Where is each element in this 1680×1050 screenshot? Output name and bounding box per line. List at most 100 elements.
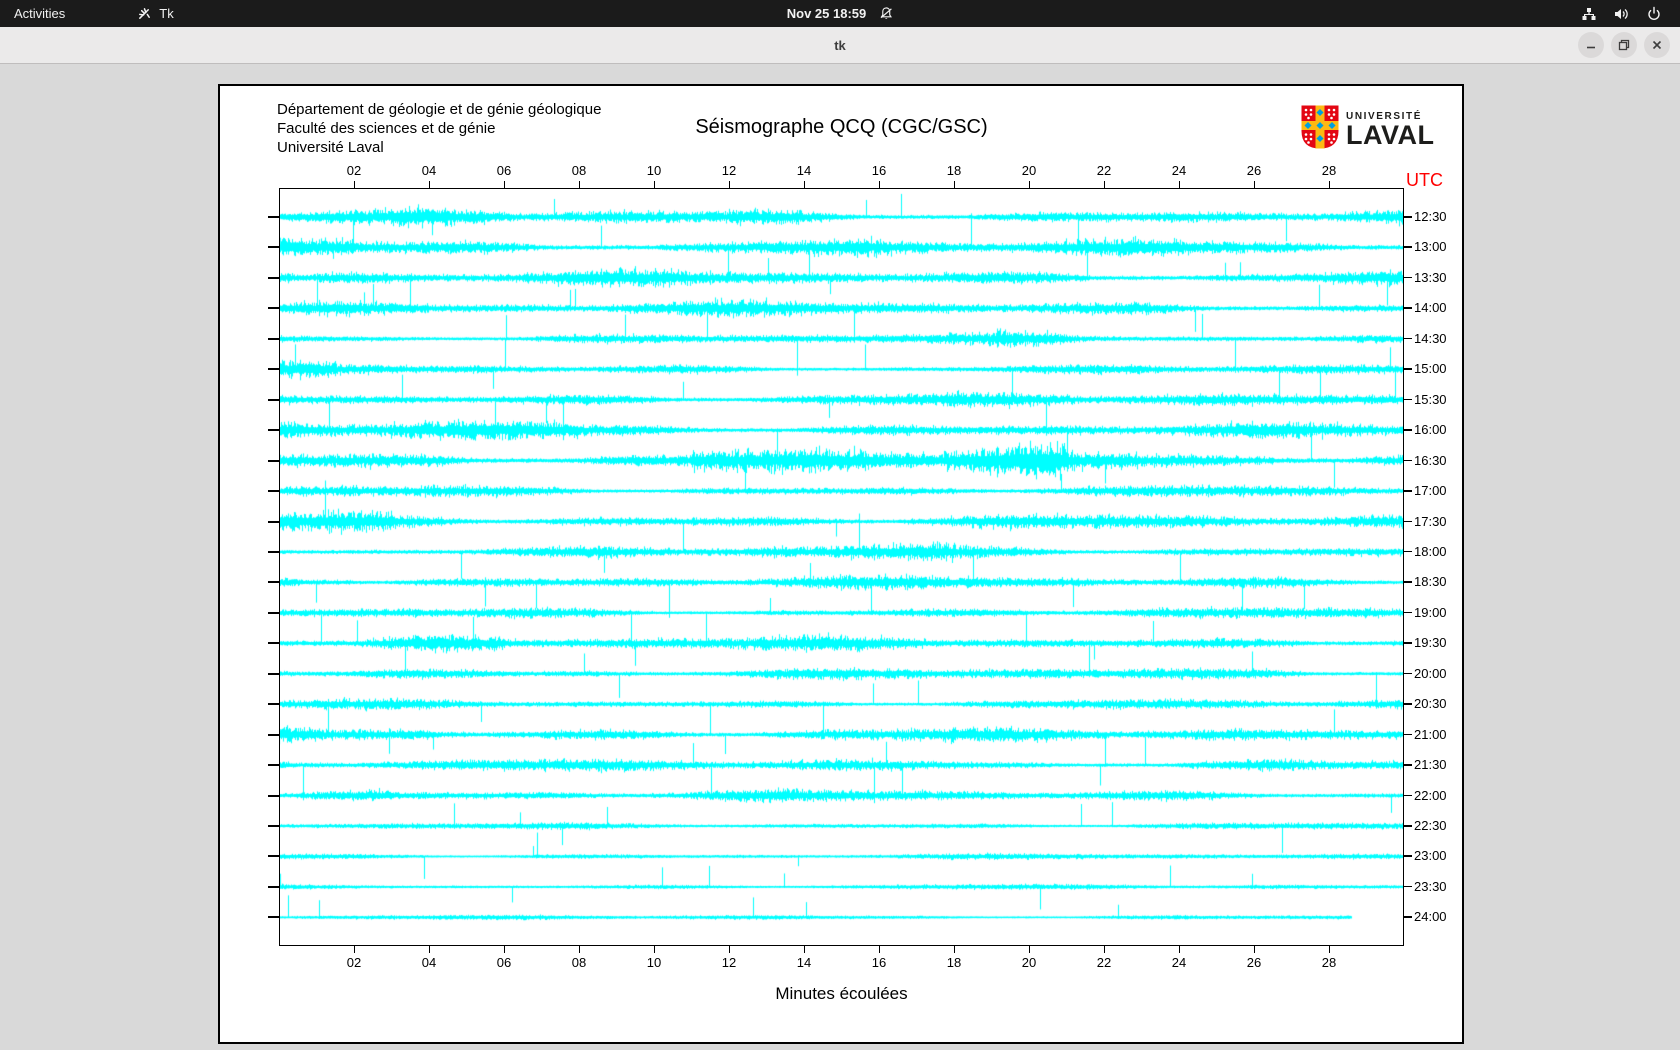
logo-laval-text: LAVAL bbox=[1346, 122, 1434, 148]
row-tick-left bbox=[268, 642, 279, 644]
utc-time-label: 13:30 bbox=[1414, 271, 1447, 285]
row-tick-left bbox=[268, 551, 279, 553]
x-tick-label: 06 bbox=[484, 955, 524, 970]
utc-time-label: 15:00 bbox=[1414, 362, 1447, 376]
header-line-3: Université Laval bbox=[277, 138, 601, 157]
x-tick-label: 14 bbox=[784, 955, 824, 970]
x-tick-label: 12 bbox=[709, 955, 749, 970]
x-tick-label: 28 bbox=[1309, 163, 1349, 178]
focused-app-name: Tk bbox=[159, 6, 173, 21]
x-tick bbox=[504, 946, 505, 953]
x-tick-label: 28 bbox=[1309, 955, 1349, 970]
x-tick bbox=[354, 181, 355, 188]
row-tick-right bbox=[1404, 703, 1412, 705]
laval-shield-icon bbox=[1300, 104, 1340, 155]
row-tick-left bbox=[268, 490, 279, 492]
row-tick-left bbox=[268, 581, 279, 583]
utc-axis-title: UTC bbox=[1406, 170, 1443, 191]
utc-time-label: 14:30 bbox=[1414, 332, 1447, 346]
row-tick-right bbox=[1404, 764, 1412, 766]
x-tick bbox=[804, 946, 805, 953]
x-tick-label: 26 bbox=[1234, 163, 1274, 178]
row-tick-left bbox=[268, 368, 279, 370]
utc-time-label: 16:30 bbox=[1414, 454, 1447, 468]
x-tick-label: 22 bbox=[1084, 955, 1124, 970]
row-tick-right bbox=[1404, 916, 1412, 918]
row-tick-right bbox=[1404, 399, 1412, 401]
close-button[interactable] bbox=[1644, 32, 1670, 58]
x-tick bbox=[654, 181, 655, 188]
row-tick-right bbox=[1404, 460, 1412, 462]
x-tick-label: 22 bbox=[1084, 163, 1124, 178]
x-tick bbox=[429, 946, 430, 953]
plot-title: Séismographe QCQ (CGC/GSC) bbox=[279, 116, 1404, 139]
row-tick-right bbox=[1404, 855, 1412, 857]
row-tick-right bbox=[1404, 581, 1412, 583]
clock-menu[interactable]: Nov 25 18:59 bbox=[787, 0, 894, 27]
row-tick-left bbox=[268, 795, 279, 797]
minimize-button[interactable] bbox=[1578, 32, 1604, 58]
x-tick bbox=[1254, 946, 1255, 953]
window-title-bar[interactable]: tk bbox=[0, 27, 1680, 64]
x-tick-label: 08 bbox=[559, 955, 599, 970]
row-tick-left bbox=[268, 521, 279, 523]
x-tick bbox=[579, 181, 580, 188]
seismograph-canvas: Département de géologie et de génie géol… bbox=[218, 84, 1464, 1044]
tk-app-icon bbox=[137, 6, 152, 21]
utc-time-label: 18:30 bbox=[1414, 575, 1447, 589]
window-title: tk bbox=[0, 27, 1680, 63]
row-tick-left bbox=[268, 673, 279, 675]
plot-border bbox=[279, 188, 1404, 946]
utc-time-label: 21:30 bbox=[1414, 758, 1447, 772]
utc-time-label: 19:00 bbox=[1414, 606, 1447, 620]
x-tick bbox=[804, 181, 805, 188]
row-tick-right bbox=[1404, 795, 1412, 797]
row-tick-left bbox=[268, 338, 279, 340]
x-tick-label: 02 bbox=[334, 163, 374, 178]
row-tick-right bbox=[1404, 490, 1412, 492]
x-tick bbox=[879, 181, 880, 188]
row-tick-left bbox=[268, 886, 279, 888]
activities-button[interactable]: Activities bbox=[0, 0, 79, 27]
x-tick bbox=[504, 181, 505, 188]
row-tick-left bbox=[268, 855, 279, 857]
utc-time-label: 15:30 bbox=[1414, 393, 1447, 407]
x-tick-label: 16 bbox=[859, 163, 899, 178]
x-tick bbox=[429, 181, 430, 188]
gnome-top-bar: Activities Tk Nov 25 18:59 bbox=[0, 0, 1680, 27]
x-tick bbox=[729, 946, 730, 953]
focused-app-menu[interactable]: Tk bbox=[125, 0, 185, 27]
clock-label: Nov 25 18:59 bbox=[787, 6, 867, 21]
x-tick-label: 18 bbox=[934, 955, 974, 970]
x-tick bbox=[1029, 946, 1030, 953]
x-tick-label: 24 bbox=[1159, 955, 1199, 970]
x-tick bbox=[1104, 181, 1105, 188]
row-tick-right bbox=[1404, 246, 1412, 248]
x-tick bbox=[354, 946, 355, 953]
power-icon bbox=[1646, 6, 1662, 22]
row-tick-right bbox=[1404, 612, 1412, 614]
x-tick-label: 18 bbox=[934, 163, 974, 178]
x-tick bbox=[954, 946, 955, 953]
x-tick bbox=[579, 946, 580, 953]
network-wired-icon bbox=[1581, 6, 1597, 22]
row-tick-left bbox=[268, 399, 279, 401]
row-tick-left bbox=[268, 246, 279, 248]
x-tick bbox=[1179, 946, 1180, 953]
x-tick-label: 02 bbox=[334, 955, 374, 970]
row-tick-left bbox=[268, 825, 279, 827]
row-tick-left bbox=[268, 307, 279, 309]
x-tick-label: 26 bbox=[1234, 955, 1274, 970]
utc-time-label: 22:00 bbox=[1414, 789, 1447, 803]
x-axis-title: Minutes écoulées bbox=[279, 984, 1404, 1004]
x-tick bbox=[1029, 181, 1030, 188]
row-tick-right bbox=[1404, 216, 1412, 218]
maximize-button[interactable] bbox=[1611, 32, 1637, 58]
x-tick-label: 20 bbox=[1009, 163, 1049, 178]
system-status-area[interactable] bbox=[1563, 0, 1680, 27]
utc-time-label: 22:30 bbox=[1414, 819, 1447, 833]
x-tick bbox=[879, 946, 880, 953]
x-tick bbox=[654, 946, 655, 953]
row-tick-right bbox=[1404, 825, 1412, 827]
utc-time-label: 21:00 bbox=[1414, 728, 1447, 742]
